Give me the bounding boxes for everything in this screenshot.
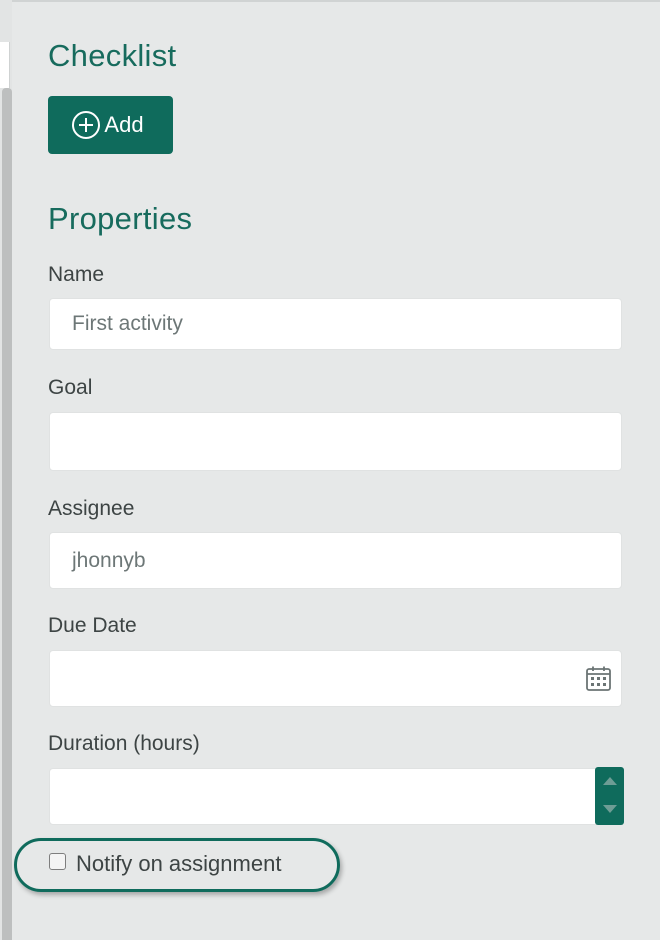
add-checklist-button[interactable]: Add [48,96,173,154]
notify-checkbox-label[interactable]: Notify on assignment [76,851,281,877]
assignee-label: Assignee [48,497,135,520]
calendar-icon[interactable] [585,665,612,692]
left-panel-cap [0,42,10,88]
due-date-input[interactable] [49,650,622,707]
goal-input[interactable] [49,412,622,471]
checklist-title: Checklist [48,38,177,73]
assignee-input-value: jhonnyb [72,548,146,572]
spinner-up-icon[interactable] [603,777,617,785]
due-date-label: Due Date [48,614,137,637]
notify-checkbox[interactable] [49,853,66,870]
duration-label: Duration (hours) [48,732,200,755]
name-input[interactable]: First activity [49,298,622,350]
spinner-down-icon[interactable] [603,805,617,813]
goal-label: Goal [48,376,93,399]
name-label: Name [48,263,105,286]
duration-input[interactable] [49,768,599,825]
properties-title: Properties [48,201,193,236]
scrollbar[interactable] [2,88,12,940]
name-input-value: First activity [72,312,183,335]
top-border [0,0,660,2]
assignee-input[interactable]: jhonnyb [49,532,622,589]
duration-spinner[interactable] [595,767,624,825]
add-button-label: Add [104,112,144,137]
plus-circle-icon [71,110,101,140]
